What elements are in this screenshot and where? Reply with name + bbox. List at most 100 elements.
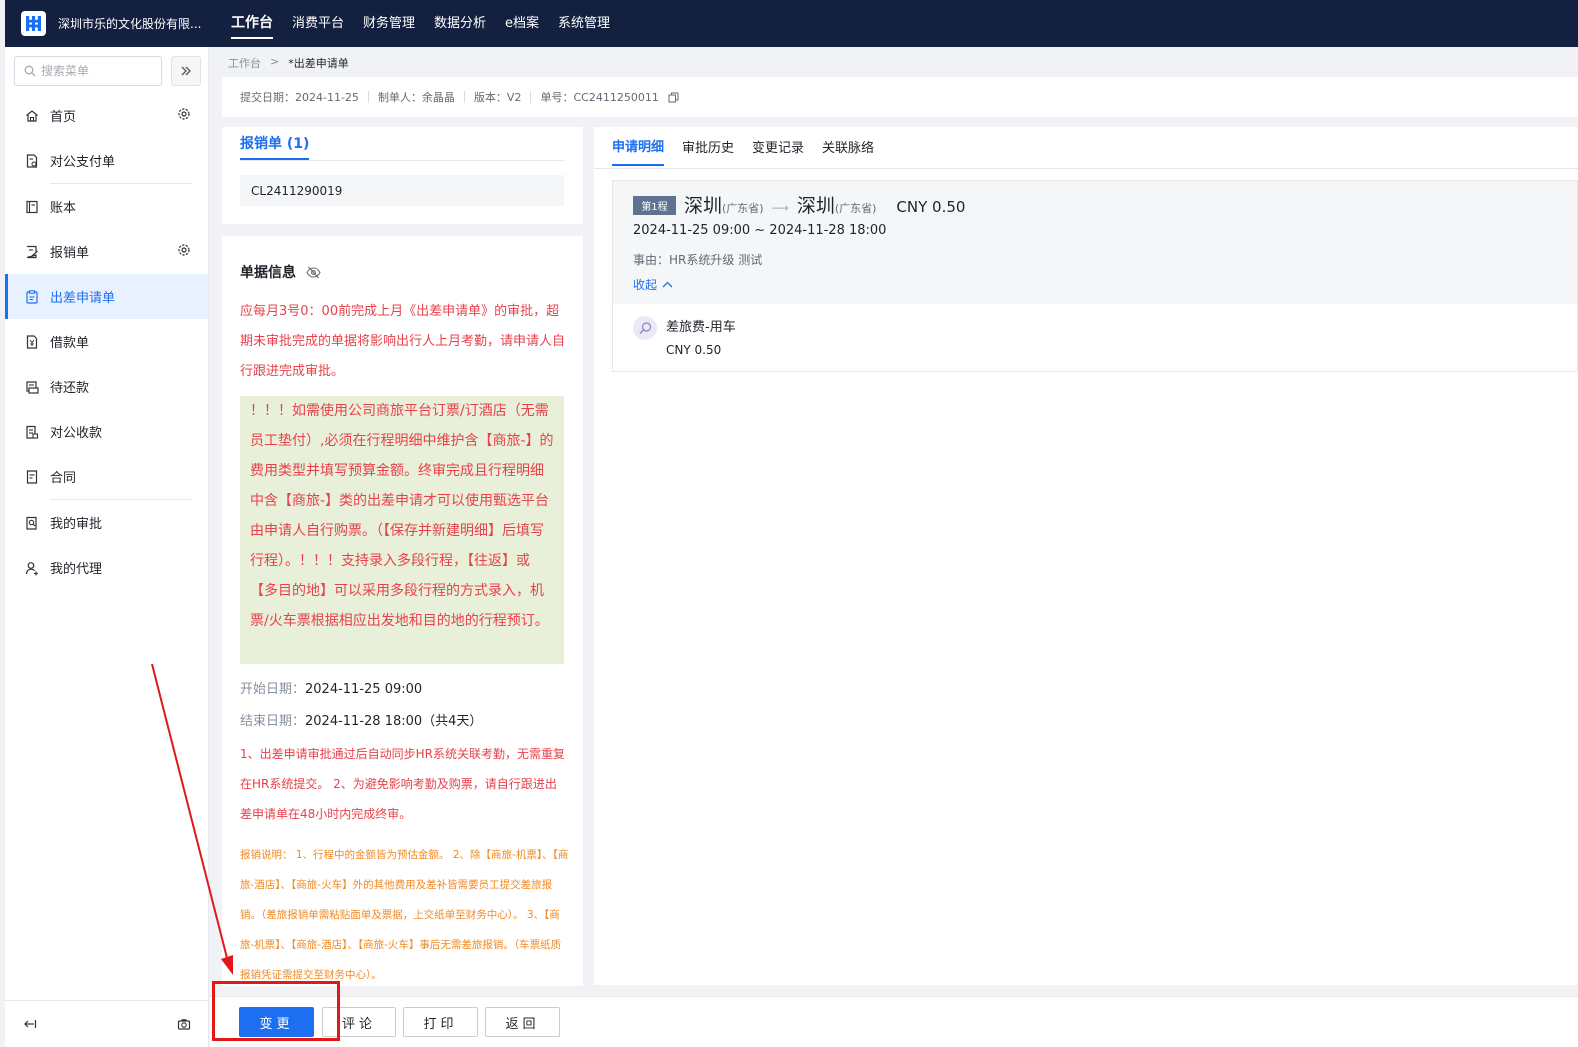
linked-reimbursement-panel: 报销单 (1) CL2411290019 [222, 127, 583, 224]
sidebar-item-label: 账本 [50, 201, 77, 216]
tab-change-log[interactable]: 变更记录 [752, 127, 804, 166]
app-logo-icon[interactable] [21, 11, 46, 36]
hr-sync-notice: 1、出差申请审批通过后自动同步HR系统关联考勤，无需重复在HR系统提交。 2、为… [240, 747, 565, 821]
menu-search-input[interactable] [41, 64, 151, 78]
expense-item[interactable]: 差旅费-用车 CNY 0.50 [633, 316, 736, 357]
tab-approval-history[interactable]: 审批历史 [682, 127, 734, 166]
breadcrumb-separator: > [270, 55, 280, 68]
trip-leg-badge: 第1程 [633, 196, 676, 215]
sidebar-item-contract[interactable]: 合同 [5, 454, 208, 499]
comment-button[interactable]: 评论 [322, 1007, 396, 1037]
trip-card: 第1程 深圳 (广东省) ⟶ 深圳 (广东省) CNY 0.50 2024-11… [612, 180, 1578, 372]
start-date-label: 开始日期： [240, 682, 306, 697]
trip-reason: 事由：HR系统升级 测试 [633, 251, 762, 268]
maker: 制单人：余晶晶 [377, 91, 455, 104]
section-title-text: 单据信息 [240, 265, 296, 281]
sidebar-item-payment[interactable]: 对公支付单 [5, 138, 208, 183]
sidebar: 首页 对公支付单 账本 报销单 出差申请单 借款单 待还款 [5, 47, 209, 1047]
back-button[interactable]: 返回 [485, 1007, 560, 1037]
print-button[interactable]: 打印 [403, 1007, 478, 1037]
copy-icon[interactable] [668, 92, 679, 103]
nav-system[interactable]: 系统管理 [558, 0, 610, 47]
contract-icon [26, 469, 38, 484]
breadcrumb-root[interactable]: 工作台 [228, 55, 261, 71]
collapse-link[interactable]: 收起 [633, 276, 673, 293]
sidebar-item-receipt[interactable]: 对公收款 [5, 409, 208, 454]
nav-analytics[interactable]: 数据分析 [434, 0, 486, 47]
sidebar-item-repayment[interactable]: 待还款 [5, 364, 208, 409]
tab-underline [240, 160, 565, 161]
expense-amount: CNY 0.50 [666, 343, 722, 357]
sidebar-footer [5, 1000, 209, 1047]
reimbursement-code[interactable]: CL2411290019 [240, 175, 564, 206]
reason-label: 事由： [633, 253, 670, 267]
application-detail-panel: 申请明细 审批历史 变更记录 关联脉络 第1程 深圳 (广东省) ⟶ 深圳 (广… [594, 127, 1578, 985]
menu-search-box[interactable] [14, 56, 162, 86]
nav-e-archive[interactable]: e档案 [505, 0, 539, 47]
sidebar-item-travel-request[interactable]: 出差申请单 [5, 274, 208, 319]
gear-icon[interactable] [177, 107, 191, 121]
chevron-up-icon [662, 281, 673, 288]
detail-tabs: 申请明细 审批历史 变更记录 关联脉络 [612, 127, 892, 168]
trip-amount: CNY 0.50 [896, 198, 966, 216]
breadcrumb: 工作台 > *出差申请单 [228, 55, 349, 71]
sidebar-item-label: 待还款 [50, 381, 90, 396]
home-icon [26, 109, 38, 122]
sidebar-item-label: 借款单 [50, 336, 90, 351]
gear-icon[interactable] [177, 243, 191, 257]
approval-icon [26, 516, 37, 530]
end-date-label: 结束日期： [240, 714, 306, 729]
reimbursement-notice: 报销说明： 1、行程中的金额皆为预估金额。 2、除【商旅-机票】、【商旅-酒店】… [240, 849, 569, 981]
document-number: 单号：CC2411250011 [540, 91, 659, 104]
to-city: 深圳 [796, 195, 835, 217]
trip-time: 2024-11-25 09:00 ~ 2024-11-28 18:00 [633, 223, 887, 238]
document-detail-panel: 单据信息 应每月3号0：00前完成上月《出差申请单》的审批，超期未审批完成的单据… [222, 236, 583, 986]
payment-doc-icon [26, 153, 38, 168]
from-city: 深圳 [684, 195, 723, 217]
double-chevron-right-icon [181, 66, 191, 76]
reimburse-icon [26, 245, 38, 258]
collapse-text: 收起 [633, 278, 658, 292]
breadcrumb-current: *出差申请单 [288, 57, 349, 70]
tab-related-context[interactable]: 关联脉络 [822, 127, 874, 166]
nav-consumption[interactable]: 消费平台 [292, 0, 344, 47]
eye-off-icon[interactable] [306, 266, 321, 279]
sidebar-item-my-agent[interactable]: 我的代理 [5, 545, 208, 590]
sidebar-item-reimburse[interactable]: 报销单 [5, 229, 208, 274]
sidebar-item-label: 出差申请单 [50, 291, 116, 306]
sidebar-item-home[interactable]: 首页 [5, 93, 208, 138]
expand-sidebar-button[interactable] [171, 56, 201, 86]
tab-application-detail[interactable]: 申请明细 [612, 127, 665, 166]
sidebar-item-loan[interactable]: 借款单 [5, 319, 208, 364]
repayment-icon [26, 380, 39, 394]
action-footer: 变更 评论 打印 返回 [210, 996, 1578, 1047]
nav-finance[interactable]: 财务管理 [363, 0, 415, 47]
loan-icon [26, 334, 38, 349]
change-button[interactable]: 变更 [239, 1007, 314, 1037]
agent-icon [25, 561, 38, 575]
sidebar-item-ledger[interactable]: 账本 [5, 184, 208, 229]
sidebar-item-label: 首页 [50, 110, 77, 125]
travel-request-icon [26, 289, 38, 304]
sidebar-item-label: 我的审批 [50, 517, 103, 532]
sidebar-item-label: 对公收款 [50, 426, 103, 441]
sidebar-item-my-approval[interactable]: 我的审批 [5, 500, 208, 545]
collapse-left-icon[interactable] [23, 1017, 37, 1031]
trip-header: 第1程 深圳 (广东省) ⟶ 深圳 (广东省) CNY 0.50 2024-11… [613, 181, 1577, 304]
approval-deadline-notice: 应每月3号0：00前完成上月《出差申请单》的审批，超期未审批完成的单据将影响出行… [240, 304, 566, 379]
nav-workbench[interactable]: 工作台 [231, 0, 273, 47]
sidebar-item-label: 报销单 [50, 246, 90, 261]
route-arrow-icon: ⟶ [771, 201, 789, 215]
top-nav: 工作台 消费平台 财务管理 数据分析 e档案 系统管理 [231, 0, 629, 47]
sidebar-item-label: 对公支付单 [50, 155, 116, 170]
version: 版本：V2 [473, 91, 522, 104]
from-province: (广东省) [722, 202, 764, 215]
company-name[interactable]: 深圳市乐的文化股份有限... [58, 15, 208, 32]
start-date-value: 2024-11-25 09:00 [305, 682, 423, 697]
sidebar-item-label: 合同 [50, 471, 77, 486]
sidebar-item-label: 我的代理 [50, 562, 103, 577]
sidebar-menu: 首页 对公支付单 账本 报销单 出差申请单 借款单 待还款 对公收款 合同 我的… [5, 93, 208, 590]
camera-icon[interactable] [177, 1017, 191, 1031]
tab-reimbursement[interactable]: 报销单 (1) [240, 127, 310, 160]
end-date-value: 2024-11-28 18:00（共4天） [305, 714, 483, 729]
